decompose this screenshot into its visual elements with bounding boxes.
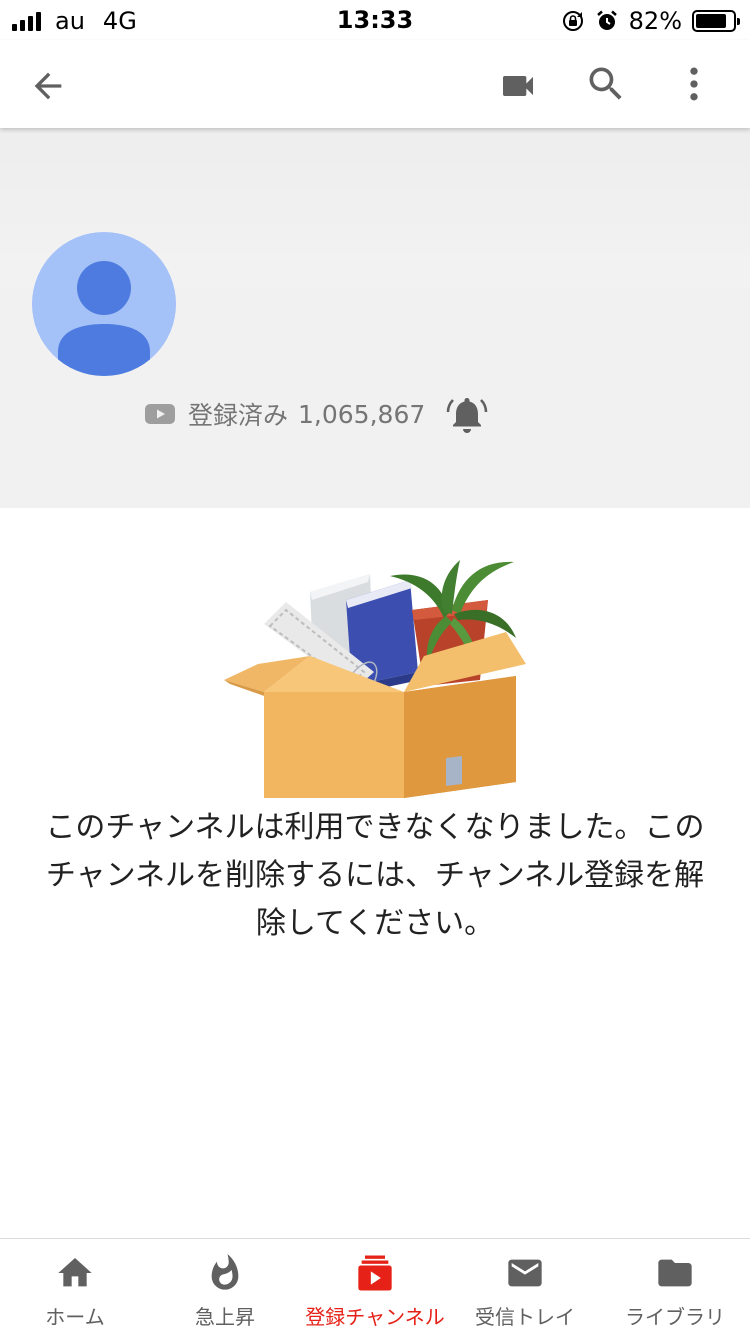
nav-item-inbox[interactable]: 受信トレイ	[450, 1239, 600, 1334]
default-avatar-icon[interactable]	[32, 232, 176, 376]
nav-item-subscriptions[interactable]: 登録チャンネル	[300, 1239, 450, 1334]
channel-unavailable-state: このチャンネルは利用できなくなりました。このチャンネルを削除するには、チャンネル…	[0, 508, 750, 1238]
more-options-button[interactable]	[670, 60, 718, 108]
nav-item-library[interactable]: ライブラリ	[600, 1239, 750, 1334]
notification-bell-icon[interactable]	[445, 392, 489, 436]
battery-level-fill	[696, 14, 726, 28]
subscription-row: 登録済み 1,065,867	[144, 392, 489, 436]
back-button[interactable]	[24, 62, 72, 110]
upload-video-button[interactable]	[494, 62, 542, 110]
nav-label-subscriptions: 登録チャンネル	[305, 1305, 445, 1329]
battery-icon	[692, 10, 740, 32]
battery-percent: 82%	[628, 7, 682, 35]
nav-label-inbox: 受信トレイ	[475, 1305, 575, 1329]
app-root: au 4G 13:33 82% 登録済み 1,065,867 このチャンネルは利…	[0, 0, 750, 1334]
top-app-bar	[0, 40, 750, 128]
rotation-lock-icon	[562, 11, 583, 31]
video-camera-icon	[503, 76, 533, 96]
more-vert-icon	[690, 67, 698, 101]
youtube-play-icon	[145, 404, 175, 424]
nav-label-library: ライブラリ	[625, 1305, 725, 1329]
library-folder-icon	[658, 1259, 692, 1287]
nav-item-trending[interactable]: 急上昇	[150, 1239, 300, 1334]
subscriptions-icon	[358, 1255, 392, 1291]
search-icon	[589, 67, 622, 100]
back-arrow-icon	[34, 72, 62, 100]
status-bar: au 4G 13:33 82%	[0, 0, 750, 40]
subscriber-count: 1,065,867	[298, 399, 426, 429]
inbox-mail-icon	[508, 1259, 542, 1287]
nav-label-home: ホーム	[45, 1305, 105, 1329]
moving-box-illustration	[224, 560, 526, 798]
channel-header: 登録済み 1,065,867	[0, 128, 750, 508]
unavailable-message: このチャンネルは利用できなくなりました。このチャンネルを削除するには、チャンネル…	[45, 810, 705, 941]
search-button[interactable]	[582, 60, 630, 108]
home-icon	[58, 1258, 92, 1287]
nav-item-home[interactable]: ホーム	[0, 1239, 150, 1334]
status-right: 82%	[561, 7, 740, 35]
bottom-navigation: ホーム 急上昇 登録チャンネル 受信トレイ ライブラリ	[0, 1238, 750, 1334]
alarm-icon	[596, 10, 617, 30]
nav-label-trending: 急上昇	[195, 1305, 255, 1329]
trending-flame-icon	[211, 1254, 239, 1290]
subscribed-label[interactable]: 登録済み	[188, 396, 288, 432]
